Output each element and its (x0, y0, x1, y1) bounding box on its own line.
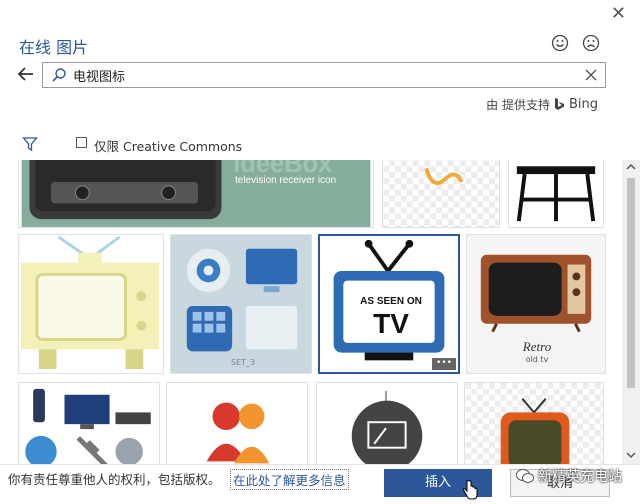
creative-commons-label: 仅限 Creative Commons (94, 139, 243, 154)
people-icon-image (167, 383, 307, 464)
orange-tv-image (465, 383, 603, 464)
icon-set-label: SET_3 (231, 358, 256, 367)
hand-cursor-icon (462, 480, 478, 500)
image-result-as-seen-on-tv[interactable]: AS SEEN ON TV ••• (318, 234, 460, 374)
yellow-tv-image (19, 235, 163, 373)
dialog-title: 在线 图片 (19, 38, 89, 57)
checker-swirl-image (383, 160, 499, 227)
image-result-yellow-tv[interactable] (18, 234, 164, 374)
search-box[interactable] (42, 62, 606, 88)
creative-commons-checkbox[interactable] (76, 137, 87, 148)
icon-set-image (171, 235, 311, 373)
image-result-retro-tv[interactable]: Retro old tv (466, 234, 606, 374)
retro-subcaption: old tv (525, 355, 549, 364)
image-result-monitor-icon[interactable] (316, 382, 458, 464)
tv-stand-image (509, 160, 603, 227)
image-result-orange-retro-tv[interactable] (464, 382, 604, 464)
search-icon (52, 68, 66, 82)
bing-logo-icon (554, 98, 564, 110)
image-result-tv-stand[interactable] (508, 160, 604, 228)
smiley-face-icon[interactable] (551, 34, 569, 52)
more-options-button[interactable]: ••• (432, 358, 456, 370)
image-results-grid: ideeBox television receiver icon SET_3 A… (0, 160, 622, 464)
image-result-blue-icon-set[interactable]: SET_3 (170, 234, 312, 374)
banner-caption: television receiver icon (235, 175, 337, 186)
clear-search-icon[interactable] (583, 67, 599, 83)
as-seen-on-text: AS SEEN ON (360, 296, 422, 307)
scroll-thumb[interactable] (627, 178, 635, 388)
image-result-tv-banner[interactable]: ideeBox television receiver icon (18, 160, 374, 228)
close-dialog-button[interactable]: ✕ (611, 4, 626, 24)
back-arrow-icon[interactable] (16, 64, 36, 84)
filter-icon[interactable] (22, 136, 38, 152)
image-result-orange-swirl[interactable] (382, 160, 500, 228)
scroll-up-icon[interactable] (626, 162, 636, 172)
image-result-people-icon[interactable] (166, 382, 308, 464)
retro-caption: Retro (522, 339, 552, 354)
search-input[interactable] (73, 64, 573, 86)
powered-by-label: 由 提供支持 (486, 98, 550, 112)
monitor-icon-image (317, 383, 457, 464)
results-scrollbar[interactable] (622, 160, 640, 464)
tv-banner-image: ideeBox (21, 160, 371, 227)
tv-text: TV (373, 308, 409, 339)
frown-face-icon[interactable] (582, 34, 600, 52)
bing-brand: Bing (568, 97, 598, 112)
copyright-notice: 你有责任尊重他人的权利，包括版权。 (8, 472, 221, 487)
watermark-text: 新精英充电站 (538, 469, 622, 485)
watermark: 新精英充电站 (516, 466, 622, 486)
electronics-image (19, 383, 159, 464)
learn-more-link[interactable]: 在此处了解更多信息 (230, 469, 349, 490)
powered-by-bing: 由 提供支持 Bing (486, 96, 598, 113)
scroll-down-icon[interactable] (626, 450, 636, 460)
image-result-electronics-devices[interactable] (18, 382, 160, 464)
wechat-logo-icon (516, 469, 534, 483)
